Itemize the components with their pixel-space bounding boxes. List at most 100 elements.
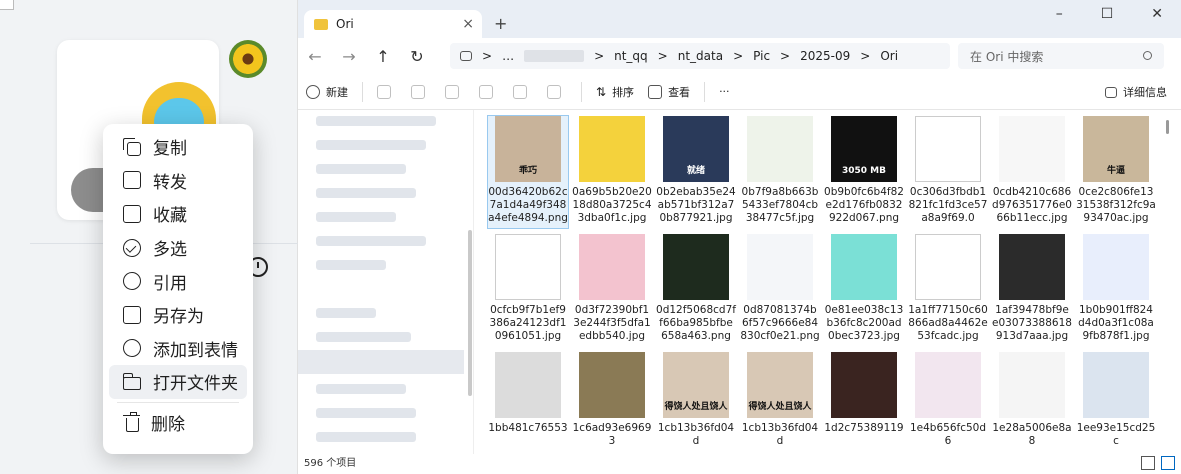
search-placeholder: 在 Ori 中搜索 bbox=[970, 49, 1044, 64]
tab-ori[interactable]: Ori × bbox=[304, 10, 482, 38]
menu-item-forward[interactable]: 转发 bbox=[109, 164, 247, 198]
close-tab-button[interactable]: × bbox=[462, 16, 474, 32]
file-item[interactable]: 1e4b656fc50d6 bbox=[908, 352, 988, 462]
nav-item[interactable] bbox=[316, 116, 436, 126]
file-thumbnail bbox=[495, 352, 561, 418]
file-item[interactable]: 得饶人处且饶人 1cb13b36fd04d bbox=[740, 352, 820, 462]
refresh-button[interactable]: ↻ bbox=[400, 47, 434, 66]
content-scrollbar[interactable] bbox=[1166, 120, 1169, 134]
nav-item[interactable] bbox=[316, 308, 376, 318]
file-item[interactable]: 0d12f5068cd7ff66ba985bfbe658a463.png bbox=[656, 234, 736, 346]
file-item[interactable]: 0cfcb9f7b1ef9386a24123df10961051.jpg bbox=[488, 234, 568, 346]
file-name: 0b7f9a8b663b5433ef7804cb38477c5f.jpg bbox=[741, 186, 819, 224]
file-item[interactable]: 1b0b901ff824d4d0a3f1c08a9fb878f1.jpg bbox=[1076, 234, 1156, 346]
breadcrumb-2025-09[interactable]: 2025-09 bbox=[800, 49, 850, 63]
folder-icon bbox=[123, 372, 141, 390]
close-button[interactable]: ✕ bbox=[1151, 6, 1163, 22]
minimize-button[interactable]: – bbox=[1056, 6, 1063, 22]
maximize-button[interactable]: ☐ bbox=[1101, 6, 1114, 22]
file-name: 00d36420b62c7a1d4a49f348a4efe4894.png bbox=[488, 186, 568, 224]
share-icon[interactable] bbox=[513, 84, 527, 99]
menu-item-add-emoji[interactable]: 添加到表情 bbox=[109, 332, 247, 366]
nav-item-selected[interactable] bbox=[298, 350, 464, 374]
file-item[interactable]: 1bb481c76553 bbox=[488, 352, 568, 462]
file-item[interactable]: 0d87081374b6f57c9666e84830cf0e21.png bbox=[740, 234, 820, 346]
thumbnail-caption: 3050 MB bbox=[842, 166, 886, 176]
nav-item[interactable] bbox=[316, 260, 386, 270]
file-name: 1af39478bf9ee03073388618913d7aaa.jpg bbox=[992, 304, 1072, 342]
menu-item-favorite[interactable]: 收藏 bbox=[109, 197, 247, 231]
file-name: 1e4b656fc50d6 bbox=[909, 422, 987, 447]
file-item[interactable]: 1a1ff77150c60866ad8a4462e53fcadc.jpg bbox=[908, 234, 988, 346]
breadcrumb-sep: > bbox=[482, 49, 493, 63]
nav-item[interactable] bbox=[316, 188, 416, 198]
address-field[interactable]: > … > nt_qq > nt_data > Pic > 2025-09 > … bbox=[450, 43, 950, 69]
file-item[interactable]: 得饶人处且饶人 1cb13b36fd04d bbox=[656, 352, 736, 462]
file-item[interactable]: 1af39478bf9ee03073388618913d7aaa.jpg bbox=[992, 234, 1072, 346]
nav-item[interactable] bbox=[316, 384, 406, 394]
menu-item-quote[interactable]: 引用 bbox=[109, 264, 247, 298]
thumbnail-view-button[interactable] bbox=[1161, 456, 1175, 470]
context-menu: 复制 转发 收藏 多选 引用 另存为 添加到表情 打开文件夹 删除 bbox=[103, 124, 253, 454]
nav-item[interactable] bbox=[316, 408, 416, 418]
file-item[interactable]: 0cdb4210c686d976351776e066b11ecc.jpg bbox=[992, 116, 1072, 228]
toolbar-divider bbox=[362, 81, 363, 102]
file-item[interactable]: 0e81ee038c13b36fc8c200ad0bec3723.jpg bbox=[824, 234, 904, 346]
file-item[interactable]: 0d3f72390bf13e244f3f5dfa1edbb540.jpg bbox=[572, 234, 652, 346]
thumbnail-caption: 得饶人处且饶人 bbox=[664, 402, 728, 412]
breadcrumb-nt-data[interactable]: nt_data bbox=[678, 49, 723, 63]
up-button[interactable]: ↑ bbox=[366, 47, 400, 66]
file-item[interactable]: 1ee93e15cd25c bbox=[1076, 352, 1156, 462]
cut-icon[interactable] bbox=[377, 84, 391, 99]
breadcrumb-nt-qq[interactable]: nt_qq bbox=[614, 49, 648, 63]
file-item[interactable]: 0c306d3fbdb1821fc1fd3ce57a8a9f69.0 bbox=[908, 116, 988, 228]
file-item[interactable]: 3050 MB 0b9b0fc6b4f82e2d176fb0832922d067.… bbox=[824, 116, 904, 228]
view-button[interactable]: 查看 bbox=[648, 84, 690, 100]
new-tab-button[interactable]: + bbox=[494, 14, 507, 33]
file-name: 0b2ebab35e24ab571bf312a70b877921.jpg bbox=[656, 186, 736, 224]
menu-item-save-as[interactable]: 另存为 bbox=[109, 298, 247, 332]
breadcrumb-pic[interactable]: Pic bbox=[753, 49, 770, 63]
forward-button[interactable]: → bbox=[332, 47, 366, 66]
file-item[interactable]: 1d2c75389119 bbox=[824, 352, 904, 462]
copy-icon[interactable] bbox=[411, 84, 425, 99]
back-button[interactable]: ← bbox=[298, 47, 332, 66]
details-button[interactable]: 详细信息 bbox=[1105, 84, 1167, 100]
file-item[interactable]: 乖巧 00d36420b62c7a1d4a49f348a4efe4894.png bbox=[487, 115, 569, 229]
sort-button[interactable]: ⇅ 排序 bbox=[596, 84, 634, 100]
menu-item-copy[interactable]: 复制 bbox=[109, 130, 247, 164]
nav-scrollbar[interactable] bbox=[468, 230, 472, 396]
view-label: 查看 bbox=[668, 85, 691, 99]
new-button[interactable]: 新建 bbox=[306, 84, 348, 100]
file-item[interactable]: 0b7f9a8b663b5433ef7804cb38477c5f.jpg bbox=[740, 116, 820, 228]
file-name: 1c6ad93e69693 bbox=[572, 422, 652, 447]
breadcrumb-more[interactable]: … bbox=[502, 49, 514, 63]
file-item[interactable]: 0a69b5b20e2018d80a3725c43dba0f1c.jpg bbox=[572, 116, 652, 228]
more-button[interactable]: ··· bbox=[719, 85, 730, 98]
nav-item[interactable] bbox=[316, 332, 411, 342]
file-name: 0cdb4210c686d976351776e066b11ecc.jpg bbox=[992, 186, 1072, 224]
menu-item-open-folder[interactable]: 打开文件夹 bbox=[109, 365, 247, 399]
nav-item[interactable] bbox=[316, 164, 406, 174]
rename-icon[interactable] bbox=[479, 84, 493, 99]
details-view-button[interactable] bbox=[1141, 456, 1155, 470]
file-item[interactable]: 就绪 0b2ebab35e24ab571bf312a70b877921.jpg bbox=[656, 116, 736, 228]
file-item[interactable]: 1c6ad93e69693 bbox=[572, 352, 652, 462]
nav-item[interactable] bbox=[316, 212, 396, 222]
nav-item[interactable] bbox=[316, 140, 426, 150]
nav-item[interactable] bbox=[316, 432, 416, 442]
menu-item-delete[interactable]: 删除 bbox=[109, 406, 247, 440]
breadcrumb-ori[interactable]: Ori bbox=[880, 49, 898, 63]
file-name: 1d2c75389119 bbox=[824, 422, 904, 434]
search-input[interactable]: 在 Ori 中搜索 bbox=[958, 43, 1164, 69]
file-thumbnail: 得饶人处且饶人 bbox=[747, 352, 813, 418]
details-pane-icon bbox=[1105, 86, 1117, 98]
paste-icon[interactable] bbox=[445, 84, 459, 99]
file-item[interactable]: 1e28a5006e8a8 bbox=[992, 352, 1072, 462]
file-item[interactable]: 牛逼 0ce2c806fe1331538f312fc9a93470ac.jpg bbox=[1076, 116, 1156, 228]
delete-icon[interactable] bbox=[547, 84, 561, 99]
menu-item-multiselect[interactable]: 多选 bbox=[109, 231, 247, 265]
nav-item[interactable] bbox=[316, 236, 426, 246]
avatar[interactable] bbox=[229, 40, 267, 78]
file-name: 0ce2c806fe1331538f312fc9a93470ac.jpg bbox=[1076, 186, 1156, 224]
